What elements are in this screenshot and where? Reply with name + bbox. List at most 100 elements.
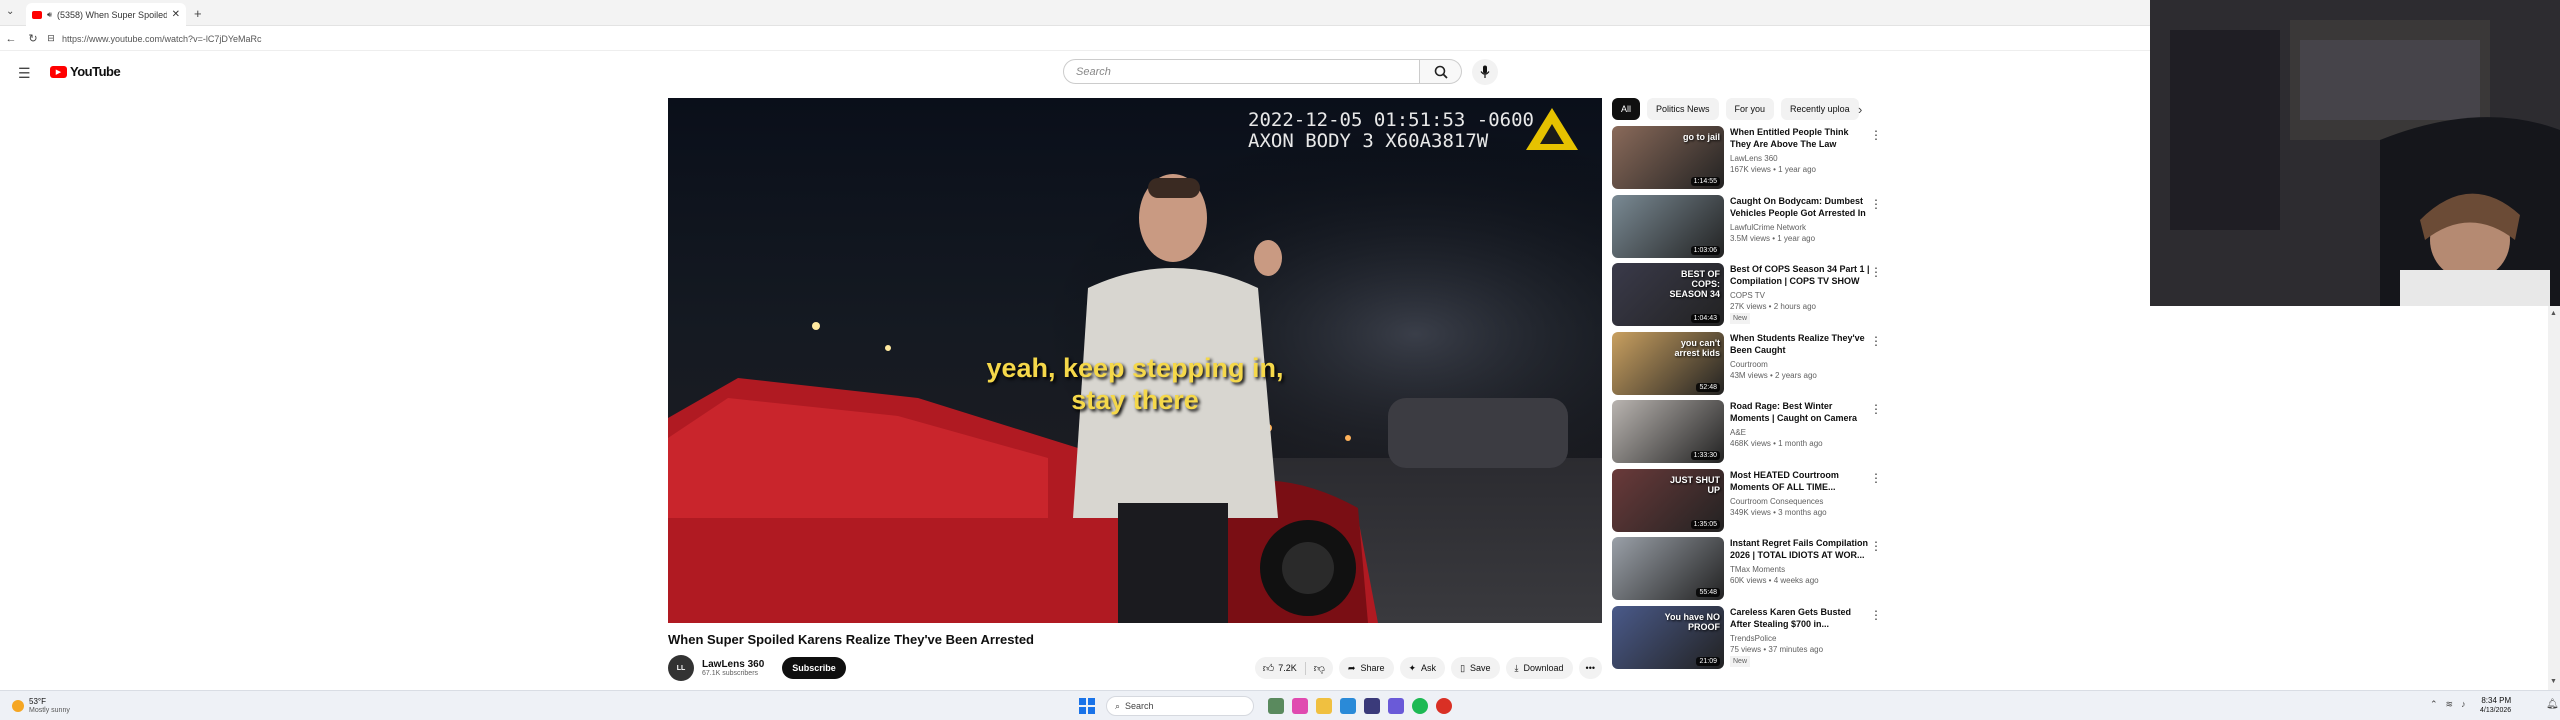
address-url[interactable]: https://www.youtube.com/watch?v=-lC7jDYe… [62,34,262,44]
recommendation-item[interactable]: You have NO PROOF 21:09 Careless Karen Get… [1612,605,1882,672]
recommendation-item[interactable]: 55:48 Instant Regret Fails Compilation 20… [1612,537,1882,603]
recommendation-title[interactable]: Instant Regret Fails Compilation 2026 | … [1730,537,1870,561]
hamburger-menu-icon[interactable]: ☰ [18,65,31,82]
recommendation-thumbnail[interactable]: you can't arrest kids 52:48 [1612,331,1724,395]
recommendation-channel[interactable]: LawfulCrime Network [1730,222,1870,233]
recommendation-thumbnail[interactable]: 55:48 [1612,537,1724,600]
chip-for-you[interactable]: For you [1725,98,1775,120]
recommendation-channel[interactable]: TMax Moments [1730,564,1870,575]
recommendation-stats: 3.5M views • 1 year ago [1730,233,1816,243]
chrome-icon[interactable] [1436,698,1452,714]
video-player[interactable]: 2022-12-05 01:51:53 -0600 AXON BODY 3 X6… [668,98,1602,623]
more-vertical-icon[interactable]: ⋮ [1870,471,1882,485]
like-count: 7.2K [1278,663,1297,673]
recommendation-thumbnail[interactable]: go to jail 1:14:55 [1612,126,1724,189]
recommendation-channel[interactable]: A&E [1730,427,1870,438]
site-info-icon[interactable]: ⊟ [44,33,58,44]
recommendation-thumbnail[interactable]: 1:03:06 [1612,194,1724,258]
recommendation-title[interactable]: When Students Realize They've Been Caugh… [1730,332,1870,356]
recommendation-title[interactable]: Careless Karen Gets Busted After Stealin… [1730,606,1870,630]
recommendation-thumbnail[interactable]: You have NO PROOF 21:09 [1612,605,1724,669]
microphone-icon [1480,65,1490,78]
page-scrollbar[interactable]: ▲ ▼ [2548,306,2560,690]
clock[interactable]: 8:34 PM 4/13/2026 [2480,696,2511,716]
edge-browser-icon[interactable] [1340,698,1356,714]
voice-search-button[interactable] [1472,59,1498,85]
recommendation-title[interactable]: Best Of COPS Season 34 Part 1 | Compilat… [1730,263,1870,287]
back-arrow-icon[interactable]: ← [0,33,22,45]
recommendation-title[interactable]: When Entitled People Think They Are Abov… [1730,126,1870,150]
weather-widget[interactable]: 53°F Mostly sunny [12,697,70,715]
tray-chevron-icon[interactable]: ⌃ [2430,699,2438,710]
save-button[interactable]: ▯ Save [1451,657,1500,679]
recommendation-thumbnail[interactable]: JUST SHUT UP 1:35:05 [1612,468,1724,532]
recommendation-item[interactable]: 1:33:30 Road Rage: Best Winter Moments | … [1612,400,1882,466]
recommendation-title[interactable]: Caught On Bodycam: Dumbest Vehicles Peop… [1730,195,1870,219]
browser-tab-active[interactable]: 🔊︎ (5358) When Super Spoiled K ✕ [26,3,186,26]
folder-icon[interactable] [1316,698,1332,714]
sun-icon [12,700,24,712]
tab-close-icon[interactable]: ✕ [172,9,180,20]
speaker-icon[interactable]: 🔊︎ [47,10,52,20]
tab-list-chevron-icon[interactable]: ⌄ [6,6,14,17]
more-actions-button[interactable]: ••• [1578,657,1602,679]
more-vertical-icon[interactable]: ⋮ [1870,128,1882,142]
recommendation-channel[interactable]: COPS TV [1730,290,1870,301]
dislike-button[interactable]: 👎︎ [1306,662,1333,675]
recommendation-item[interactable]: go to jail 1:14:55 When Entitled People Th… [1612,126,1882,192]
more-vertical-icon[interactable]: ⋮ [1870,402,1882,416]
more-vertical-icon[interactable]: ⋮ [1870,608,1882,622]
weather-temp: 53°F [29,697,46,706]
chip-all[interactable]: All [1612,98,1641,120]
chip-recently-uploaded[interactable]: Recently uploa [1781,98,1859,120]
clock-date: 4/13/2026 [2480,707,2512,714]
duration-badge: 1:03:06 [1690,245,1720,255]
reload-icon[interactable]: ↻ [22,32,44,45]
new-tab-plus-icon[interactable]: + [194,6,202,21]
recommendation-title[interactable]: Most HEATED Courtroom Moments OF ALL TIM… [1730,469,1870,493]
recommendation-item[interactable]: JUST SHUT UP 1:35:05 Most HEATED Courtroom… [1612,468,1882,535]
search-button[interactable] [1420,59,1462,84]
recommendation-item[interactable]: BEST OF COPS: SEASON 34 1:04:43 Best Of CO… [1612,263,1882,329]
more-vertical-icon[interactable]: ⋮ [1870,334,1882,348]
windows-start-icon[interactable] [1079,698,1095,714]
youtube-logo[interactable]: ▶ YouTube [50,64,121,79]
recommendation-channel[interactable]: TrendsPolice [1730,633,1870,644]
like-button[interactable]: 👍︎ 7.2K [1255,661,1306,675]
download-icon: ⤓ [1514,662,1519,673]
scroll-down-arrow-icon[interactable]: ▼ [2550,678,2558,686]
download-button[interactable]: ⤓ Download [1505,657,1573,679]
recommendation-channel[interactable]: Courtroom Consequences [1730,496,1870,507]
system-tray[interactable]: ⌃ ≋ ♪ [2430,699,2466,710]
more-vertical-icon[interactable]: ⋮ [1870,539,1882,553]
scroll-up-arrow-icon[interactable]: ▲ [2550,310,2558,318]
app-icon[interactable] [1292,698,1308,714]
wifi-icon[interactable]: ≋ [2446,699,2454,710]
recommendation-channel[interactable]: Courtroom [1730,359,1870,370]
teams-icon[interactable] [1388,698,1404,714]
chips-next-chevron-icon[interactable]: › [1858,102,1862,117]
store-icon[interactable] [1364,698,1380,714]
recommendation-thumbnail[interactable]: 1:33:30 [1612,400,1724,463]
recommendation-title[interactable]: Road Rage: Best Winter Moments | Caught … [1730,400,1870,424]
chip-politics-news[interactable]: Politics News [1647,98,1719,120]
notification-bell-icon[interactable]: 🔔︎ [2546,699,2559,710]
more-vertical-icon[interactable]: ⋮ [1870,197,1882,211]
ask-button[interactable]: ✦ Ask [1399,657,1446,679]
share-button[interactable]: ➦ Share [1338,657,1394,679]
subscribe-button[interactable]: Subscribe [782,657,846,679]
file-explorer-icon[interactable] [1268,698,1284,714]
recommendation-item[interactable]: 1:03:06 Caught On Bodycam: Dumbest Vehicl… [1612,194,1882,261]
channel-avatar[interactable]: LL [668,655,694,681]
search-input[interactable]: Search [1063,59,1420,84]
spotify-icon[interactable] [1412,698,1428,714]
recommendation-thumbnail[interactable]: BEST OF COPS: SEASON 34 1:04:43 [1612,263,1724,326]
recommendation-item[interactable]: you can't arrest kids 52:48 When Students … [1612,331,1882,398]
channel-name[interactable]: LawLens 360 [702,659,764,670]
recommendation-channel[interactable]: LawLens 360 [1730,153,1870,164]
more-vertical-icon[interactable]: ⋮ [1870,265,1882,279]
duration-badge: 1:33:30 [1690,451,1720,460]
taskbar-search[interactable]: ⌕ Search [1106,696,1254,716]
recommendation-stats: 349K views • 3 months ago [1730,507,1827,517]
volume-icon[interactable]: ♪ [2461,699,2466,710]
